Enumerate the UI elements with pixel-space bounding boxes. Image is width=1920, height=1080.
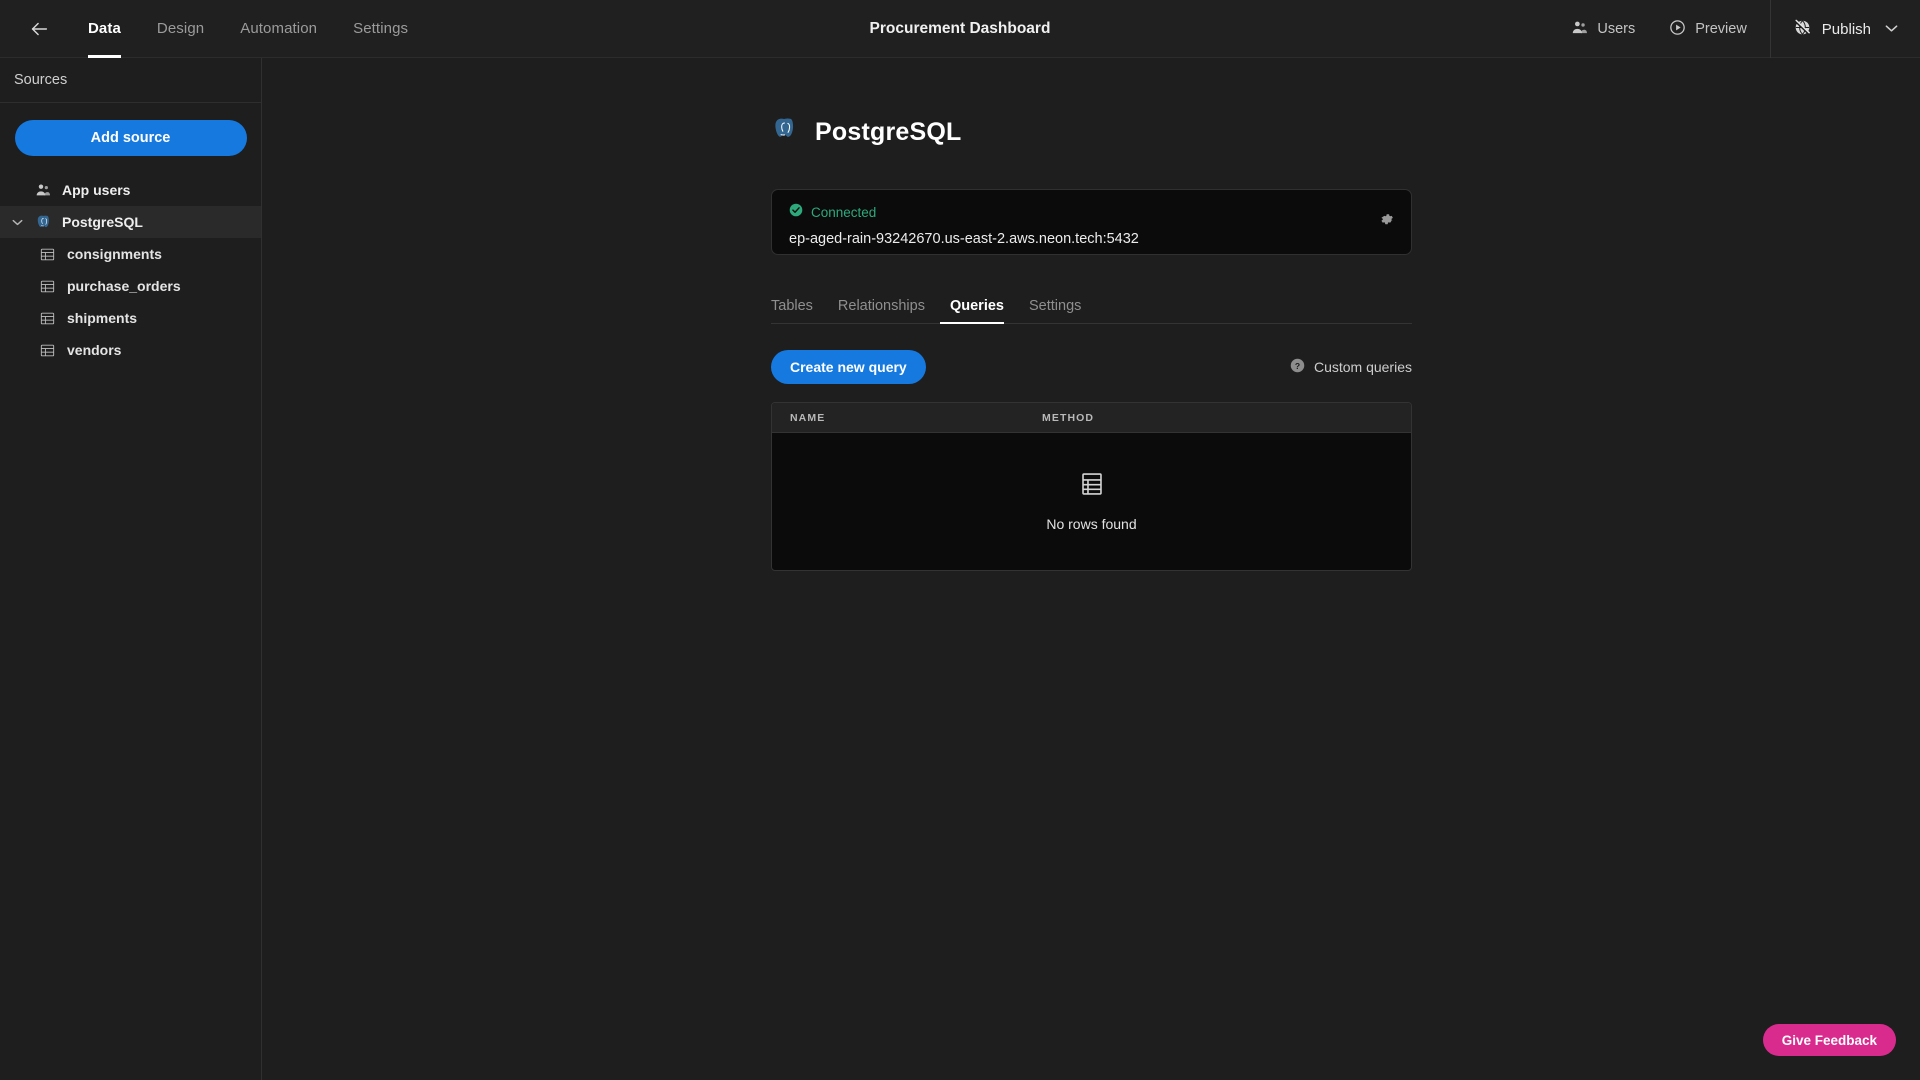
top-bar-actions: Users Preview Publish bbox=[1554, 0, 1920, 58]
sidebar-table-label: vendors bbox=[67, 342, 122, 358]
chevron-down-icon[interactable] bbox=[10, 219, 24, 226]
table-icon bbox=[1079, 471, 1105, 502]
sidebar-item-postgresql[interactable]: PostgreSQL bbox=[0, 206, 261, 238]
tab-label: Relationships bbox=[837, 297, 925, 314]
chevron-down-icon bbox=[1885, 22, 1898, 36]
empty-state: No rows found bbox=[772, 433, 1411, 570]
tab-tables[interactable]: Tables bbox=[771, 297, 823, 324]
custom-queries-label: Custom queries bbox=[1313, 359, 1412, 375]
datasource-header: PostgreSQL bbox=[771, 116, 1412, 148]
users-label: Users bbox=[1597, 21, 1636, 37]
table-icon bbox=[38, 309, 56, 327]
svg-text:?: ? bbox=[1295, 361, 1300, 371]
top-nav-tabs: Data Design Automation Settings bbox=[70, 0, 426, 58]
publish-label: Publish bbox=[1821, 20, 1871, 38]
top-nav-tab-design[interactable]: Design bbox=[139, 0, 222, 58]
queries-table: NAME METHOD No rows found bbox=[771, 402, 1412, 571]
publish-group: Publish bbox=[1769, 0, 1920, 58]
empty-state-text: No rows found bbox=[1046, 516, 1137, 532]
main-content: PostgreSQL Connected ep-aged-rain-932426… bbox=[262, 58, 1920, 1080]
users-icon bbox=[34, 181, 52, 199]
status-badge: Connected bbox=[811, 205, 877, 220]
sidebar-item-label: App users bbox=[62, 182, 131, 198]
column-header-name[interactable]: NAME bbox=[772, 412, 1042, 424]
add-source-button[interactable]: Add source bbox=[14, 120, 247, 156]
top-bar: Data Design Automation Settings Procurem… bbox=[0, 0, 1920, 58]
arrow-left-icon bbox=[28, 18, 50, 40]
top-nav-tab-label: Design bbox=[156, 20, 205, 37]
sidebar-item-label: PostgreSQL bbox=[62, 214, 143, 230]
sidebar-item-app-users[interactable]: App users bbox=[0, 174, 261, 206]
top-nav-tab-data[interactable]: Data bbox=[70, 0, 139, 58]
globe-slash-icon bbox=[1793, 18, 1812, 41]
sidebar-table-label: shipments bbox=[67, 310, 138, 326]
help-circle-icon: ? bbox=[1290, 358, 1305, 376]
preview-button[interactable]: Preview bbox=[1652, 0, 1764, 58]
back-button[interactable] bbox=[18, 8, 60, 50]
sources-list: App users PostgreSQL consignments purcha… bbox=[0, 174, 261, 366]
table-header-row: NAME METHOD bbox=[772, 403, 1411, 433]
table-icon bbox=[38, 245, 56, 263]
custom-queries-info[interactable]: ? Custom queries bbox=[1290, 358, 1412, 376]
postgresql-icon bbox=[34, 213, 52, 231]
top-nav-tab-automation[interactable]: Automation bbox=[222, 0, 335, 58]
connection-settings-button[interactable] bbox=[1379, 212, 1395, 233]
postgresql-icon bbox=[771, 116, 798, 148]
sidebar-table-purchase-orders[interactable]: purchase_orders bbox=[0, 270, 261, 302]
users-icon bbox=[1571, 19, 1588, 40]
column-header-method[interactable]: METHOD bbox=[1042, 412, 1094, 424]
give-feedback-button[interactable]: Give Feedback bbox=[1762, 1024, 1896, 1056]
page-title: PostgreSQL bbox=[815, 117, 962, 146]
sidebar-table-label: consignments bbox=[67, 246, 162, 262]
top-nav-tab-label: Automation bbox=[240, 20, 318, 37]
preview-label: Preview bbox=[1695, 21, 1747, 37]
tab-queries[interactable]: Queries bbox=[939, 297, 1014, 324]
sidebar-table-consignments[interactable]: consignments bbox=[0, 238, 261, 270]
tab-label: Queries bbox=[949, 297, 1004, 314]
tab-settings[interactable]: Settings bbox=[1019, 297, 1091, 324]
connection-host: ep-aged-rain-93242670.us-east-2.aws.neon… bbox=[789, 231, 1139, 247]
sidebar: Sources Add source App users PostgreSQL … bbox=[0, 58, 262, 1080]
sidebar-table-shipments[interactable]: shipments bbox=[0, 302, 261, 334]
sidebar-table-label: purchase_orders bbox=[67, 278, 181, 294]
tab-label: Settings bbox=[1028, 297, 1082, 314]
top-nav-tab-label: Settings bbox=[353, 20, 409, 37]
sidebar-header: Sources bbox=[0, 58, 261, 103]
check-circle-icon bbox=[789, 203, 803, 222]
create-new-query-button[interactable]: Create new query bbox=[771, 350, 926, 384]
play-circle-icon bbox=[1669, 19, 1686, 40]
top-nav-tab-label: Data bbox=[88, 20, 121, 37]
gear-icon bbox=[1379, 212, 1395, 233]
users-button[interactable]: Users bbox=[1554, 0, 1652, 58]
connection-card: Connected ep-aged-rain-93242670.us-east-… bbox=[771, 189, 1412, 255]
datasource-tabs: Tables Relationships Queries Settings bbox=[771, 288, 1412, 324]
table-icon bbox=[38, 277, 56, 295]
publish-button[interactable]: Publish bbox=[1793, 18, 1898, 41]
table-icon bbox=[38, 341, 56, 359]
tab-label: Tables bbox=[771, 297, 813, 314]
content-column: PostgreSQL Connected ep-aged-rain-932426… bbox=[771, 116, 1412, 571]
sidebar-table-vendors[interactable]: vendors bbox=[0, 334, 261, 366]
tab-relationships[interactable]: Relationships bbox=[828, 297, 935, 324]
connection-status: Connected bbox=[789, 203, 1395, 222]
queries-actions: Create new query ? Custom queries bbox=[771, 350, 1412, 384]
top-nav-tab-settings[interactable]: Settings bbox=[335, 0, 426, 58]
